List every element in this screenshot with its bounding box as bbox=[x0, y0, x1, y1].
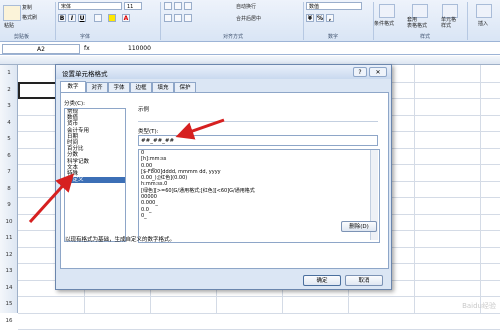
arrow-to-type-input bbox=[175, 118, 225, 140]
arrow-to-custom-category bbox=[28, 173, 75, 224]
watermark: Baidu经验 bbox=[462, 302, 496, 310]
annotation-arrows bbox=[28, 118, 225, 224]
row-number[interactable]: 16 bbox=[0, 318, 18, 324]
